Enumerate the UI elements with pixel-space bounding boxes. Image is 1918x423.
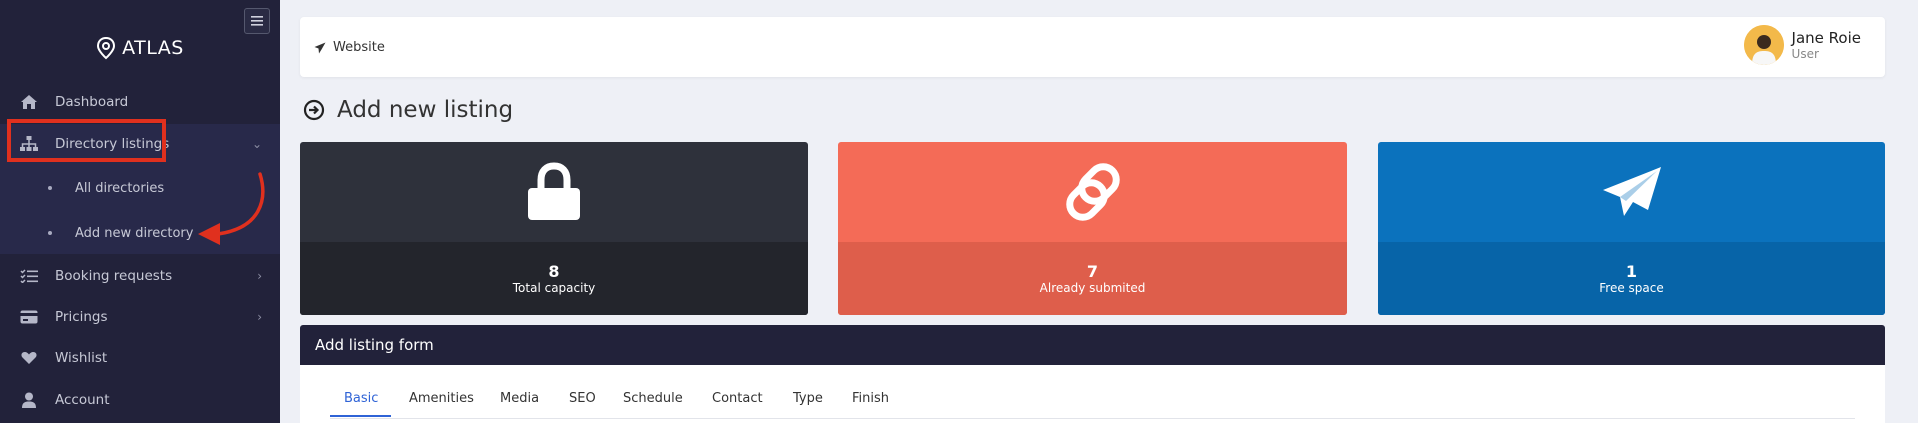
top-header: Website Jane Roie User (300, 17, 1885, 77)
heart-icon (20, 349, 38, 367)
annotation-arrow-icon (198, 172, 265, 245)
sidebar-item-label: Account (55, 392, 110, 408)
form-header: Add listing form (300, 325, 1885, 365)
annotation-highlight-box (7, 119, 166, 162)
sidebar-item-account[interactable]: Account (0, 380, 280, 420)
bullet-icon (48, 231, 52, 235)
tab-seo[interactable]: SEO (569, 391, 596, 406)
paper-plane-icon (314, 42, 326, 53)
user-icon (20, 391, 38, 409)
form-tabs: Basic Amenities Media SEO Schedule Conta… (330, 365, 1855, 419)
link-icon (1065, 163, 1120, 221)
tab-type[interactable]: Type (793, 391, 823, 406)
tab-media[interactable]: Media (500, 391, 539, 406)
chevron-right-icon: › (257, 269, 262, 283)
stat-card-total-capacity: 8 Total capacity (300, 142, 808, 315)
sidebar-item-label: Booking requests (55, 268, 173, 284)
tab-finish[interactable]: Finish (852, 391, 889, 406)
hamburger-icon (251, 16, 263, 26)
sidebar-item-pricings[interactable]: Pricings › (0, 297, 280, 337)
bullet-icon (48, 186, 52, 190)
sidebar-subitem-label: Add new directory (75, 225, 194, 241)
user-name: Jane Roie (1791, 28, 1861, 47)
sidebar-subitem-label: All directories (75, 180, 165, 196)
stat-caption: Total capacity (512, 280, 596, 295)
map-pin-icon (97, 36, 116, 60)
website-link-label: Website (333, 40, 385, 55)
sidebar-item-booking-requests[interactable]: Booking requests › (0, 256, 280, 296)
credit-card-icon (20, 308, 38, 326)
stat-value: 8 (548, 261, 560, 281)
paper-plane-icon (1602, 167, 1661, 216)
sidebar-item-dashboard[interactable]: Dashboard (0, 82, 280, 122)
arrow-circle-right-icon (303, 99, 325, 121)
stat-card-free-space: 1 Free space (1378, 142, 1885, 315)
tab-basic[interactable]: Basic (344, 391, 378, 406)
sidebar-item-label: Dashboard (55, 94, 129, 110)
page-title: Add new listing (303, 97, 513, 123)
chevron-down-icon: ⌄ (251, 137, 262, 151)
stat-value: 1 (1625, 261, 1638, 281)
sidebar-item-label: Pricings (55, 309, 108, 325)
form-body: Basic Amenities Media SEO Schedule Conta… (300, 365, 1885, 423)
home-icon (20, 93, 38, 111)
brand-name: ATLAS (122, 37, 184, 59)
stat-value: 7 (1086, 261, 1099, 281)
stat-card-already-submited: 7 Already submited (838, 142, 1347, 315)
form-title: Add listing form (315, 336, 434, 354)
user-menu[interactable]: Jane Roie User (1743, 25, 1861, 65)
sidebar-item-wishlist[interactable]: Wishlist (0, 338, 280, 378)
list-check-icon (20, 267, 38, 285)
tab-contact[interactable]: Contact (712, 391, 763, 406)
stat-caption: Already submited (1039, 280, 1146, 295)
tab-schedule[interactable]: Schedule (623, 391, 683, 406)
chevron-right-icon: › (257, 310, 262, 324)
website-link[interactable]: Website (314, 40, 385, 55)
sidebar-toggle-button[interactable] (244, 8, 270, 34)
active-tab-indicator (330, 415, 391, 417)
lock-icon (528, 162, 580, 220)
sidebar: ATLAS Dashboard Directory listings ⌄ All… (0, 0, 280, 423)
tab-amenities[interactable]: Amenities (409, 391, 474, 406)
stat-caption: Free space (1599, 280, 1664, 295)
page-title-text: Add new listing (337, 97, 514, 123)
brand-logo[interactable]: ATLAS (0, 36, 280, 60)
avatar (1743, 25, 1784, 65)
sidebar-item-label: Wishlist (55, 350, 108, 366)
user-role: User (1791, 46, 1819, 61)
